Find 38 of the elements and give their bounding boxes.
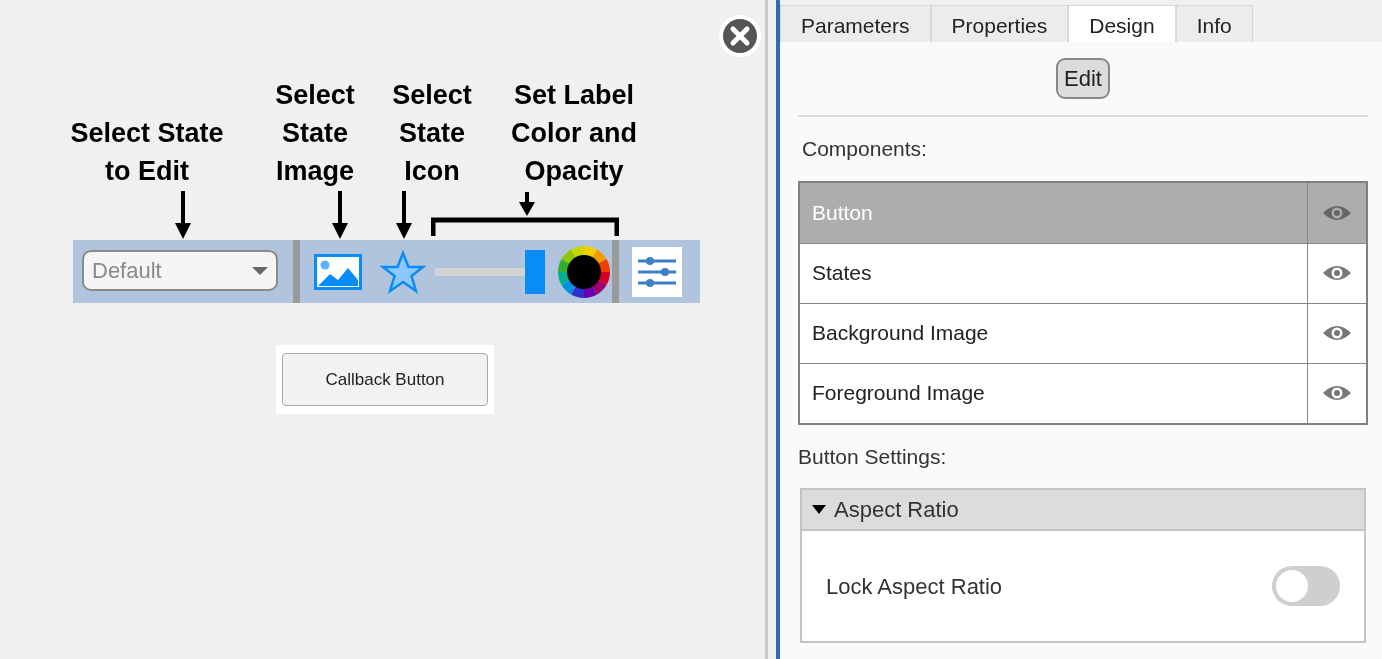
table-cell-text: Button [812, 199, 873, 226]
table-cell-text: Background Image [812, 320, 989, 347]
tab[interactable]: Parameters [780, 5, 931, 42]
annotation-label: Select State to Edit [70, 117, 224, 188]
caret-icon [252, 265, 268, 276]
caret-icon [812, 505, 826, 514]
slider-thumb[interactable] [525, 250, 545, 294]
eye-icon[interactable] [1322, 263, 1352, 283]
tab[interactable]: Design [1068, 5, 1176, 42]
eye-icon[interactable] [1322, 383, 1352, 403]
callback-button[interactable]: Callback Button [282, 353, 488, 406]
color-wheel-icon[interactable] [558, 246, 610, 298]
section-label: Components: [801, 136, 928, 162]
toolbar-separator [612, 240, 619, 303]
section-label: Button Settings: [798, 443, 948, 470]
table-cell-text: States [812, 260, 872, 287]
toggle-switch[interactable] [1272, 566, 1340, 606]
table-row[interactable]: Background Image [800, 302, 1366, 363]
annotation-label: Set Label Color and Opacity [511, 79, 637, 188]
arrow [330, 191, 350, 241]
tab[interactable]: Info [1175, 5, 1253, 42]
arrow [173, 191, 193, 241]
annotation-label: Select State Icon [392, 79, 472, 188]
annotation-label: Select State Image [275, 79, 355, 188]
edit-button[interactable]: Edit [1056, 58, 1110, 99]
tab[interactable]: Properties [930, 5, 1069, 42]
table-row[interactable]: Foreground Image [800, 362, 1366, 423]
toolbar-separator [293, 240, 300, 303]
close-icon[interactable] [718, 14, 762, 58]
image-icon[interactable] [314, 254, 362, 290]
table-row[interactable]: States [800, 242, 1366, 303]
settings-icon[interactable] [632, 247, 682, 297]
eye-icon[interactable] [1322, 323, 1352, 343]
setting-label: Lock Aspect Ratio [826, 572, 1003, 601]
star-icon[interactable] [380, 250, 426, 294]
arrow [394, 191, 414, 241]
accordion-header[interactable]: Aspect Ratio [802, 490, 1364, 531]
table-cell-text: Foreground Image [812, 380, 985, 407]
